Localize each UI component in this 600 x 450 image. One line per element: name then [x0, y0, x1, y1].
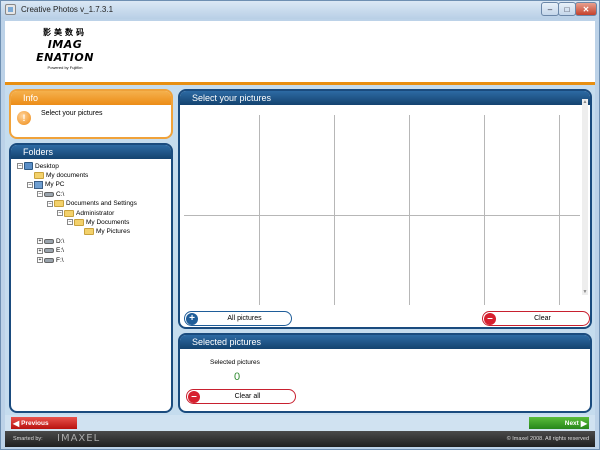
logo-chinese-text: 影美数码 — [43, 28, 87, 37]
desktop-icon — [24, 162, 33, 170]
grid-line — [559, 115, 560, 305]
arrow-right-icon: ▶ — [580, 418, 587, 428]
folders-panel: Folders – Desktop My documents – My PC – C:\ – D… — [9, 143, 173, 413]
scroll-down-arrow-icon[interactable]: ▼ — [582, 289, 588, 295]
select-pictures-panel: Select your pictures ▲ ▼ + All pictures — [178, 89, 592, 329]
info-panel: Info ! Select your pictures — [9, 89, 173, 139]
folder-tree-label: My documents — [46, 171, 89, 179]
thumbnail-scrollbar[interactable]: ▲ ▼ — [582, 99, 588, 295]
folder-icon — [64, 209, 74, 217]
select-pictures-title: Select your pictures — [180, 91, 590, 105]
folder-icon — [34, 171, 44, 179]
folder-icon — [54, 200, 64, 208]
grid-line — [259, 115, 260, 305]
logo-sub-text: Powered by Fujifilm — [47, 65, 83, 70]
drive-icon — [44, 257, 54, 263]
grid-line — [184, 215, 580, 216]
plus-icon: + — [186, 312, 198, 325]
all-pictures-label: All pictures — [227, 315, 262, 322]
computer-icon — [34, 180, 43, 189]
window-title: Creative Photos v_1.7.3.1 — [21, 5, 114, 14]
footer: Smarted by: IMAXEL © Imaxel 2008. All ri… — [5, 431, 595, 447]
folder-tree-label: Administrator — [76, 209, 115, 217]
drive-icon — [44, 248, 54, 254]
scroll-up-arrow-icon[interactable]: ▲ — [582, 99, 588, 105]
logo-main-text: IMAG ENATION — [36, 38, 94, 64]
collapse-icon[interactable]: – — [57, 210, 63, 216]
minimize-button[interactable]: – — [541, 2, 559, 16]
minus-icon: – — [188, 390, 200, 403]
navigation-bar: ◀ Previous Next ▶ — [5, 415, 595, 431]
minus-icon: – — [484, 312, 496, 325]
app-window: Creative Photos v_1.7.3.1 – □ ✕ 影美数码 IMA… — [0, 0, 600, 450]
expand-icon[interactable]: + — [37, 238, 43, 245]
collapse-icon[interactable]: – — [17, 163, 23, 169]
selected-pictures-title: Selected pictures — [180, 335, 590, 349]
folder-tree-label: E:\ — [56, 247, 64, 255]
info-panel-title: Info — [11, 91, 171, 105]
client-area: 影美数码 IMAG ENATION Powered by Fujifilm In… — [5, 21, 595, 447]
title-bar[interactable]: Creative Photos v_1.7.3.1 – □ ✕ — [1, 1, 599, 19]
collapse-icon[interactable]: – — [37, 191, 43, 198]
folder-tree-label: Desktop — [35, 162, 59, 170]
main-area: Info ! Select your pictures Folders – Des… — [5, 85, 595, 431]
folders-panel-title: Folders — [11, 145, 171, 159]
folder-tree-label: My Documents — [86, 218, 130, 226]
collapse-icon[interactable]: – — [67, 219, 73, 226]
grid-line — [334, 115, 335, 305]
all-pictures-button[interactable]: + All pictures — [184, 311, 292, 326]
grid-line — [409, 115, 410, 305]
maximize-button[interactable]: □ — [558, 2, 576, 16]
next-button[interactable]: Next ▶ — [529, 417, 589, 429]
previous-button[interactable]: ◀ Previous — [11, 417, 77, 429]
grid-line — [484, 115, 485, 305]
info-message: Select your pictures — [41, 110, 103, 117]
folder-icon — [74, 218, 84, 226]
imaxel-logo: IMAXEL — [57, 433, 101, 444]
expand-icon[interactable]: + — [37, 257, 43, 263]
expand-icon[interactable]: + — [37, 247, 43, 254]
selected-count-label: Selected pictures — [210, 359, 260, 366]
app-icon — [5, 4, 16, 15]
info-icon: ! — [17, 111, 31, 125]
brand-logo: 影美数码 IMAG ENATION Powered by Fujifilm — [25, 27, 105, 70]
folder-tree-item[interactable]: My Pictures — [77, 227, 130, 237]
folder-tree-label: My PC — [45, 181, 65, 189]
folder-icon — [84, 228, 94, 236]
next-label: Next — [564, 419, 579, 427]
drive-icon — [44, 238, 54, 244]
folder-tree-label: D:\ — [56, 237, 65, 245]
smarted-by-label: Smarted by: — [13, 436, 43, 442]
close-button[interactable]: ✕ — [575, 2, 597, 16]
clear-all-button[interactable]: – Clear all — [186, 389, 296, 404]
header: 影美数码 IMAG ENATION Powered by Fujifilm — [5, 21, 595, 81]
copyright-text: © Imaxel 2008. All rights reserved — [506, 436, 589, 442]
selected-count-value: 0 — [234, 371, 241, 383]
folder-tree-label: Documents and Settings — [66, 200, 137, 208]
thumbnail-grid[interactable] — [184, 115, 580, 305]
previous-label: Previous — [21, 419, 49, 427]
drive-icon — [44, 191, 54, 197]
collapse-icon[interactable]: – — [47, 200, 53, 207]
clear-all-label: Clear all — [234, 393, 261, 400]
clear-label: Clear — [534, 315, 551, 322]
folder-tree-label: C:\ — [56, 190, 65, 198]
folder-tree: – Desktop My documents – My PC – C:\ – Documents… — [11, 159, 171, 409]
folder-tree-item[interactable]: + F:\ — [37, 255, 64, 265]
clear-button[interactable]: – Clear — [482, 311, 590, 326]
collapse-icon[interactable]: – — [27, 181, 33, 188]
arrow-left-icon: ◀ — [13, 418, 20, 428]
folder-tree-label: My Pictures — [96, 228, 130, 236]
folder-tree-label: F:\ — [56, 256, 64, 264]
selected-pictures-panel: Selected pictures Selected pictures 0 – … — [178, 333, 592, 413]
